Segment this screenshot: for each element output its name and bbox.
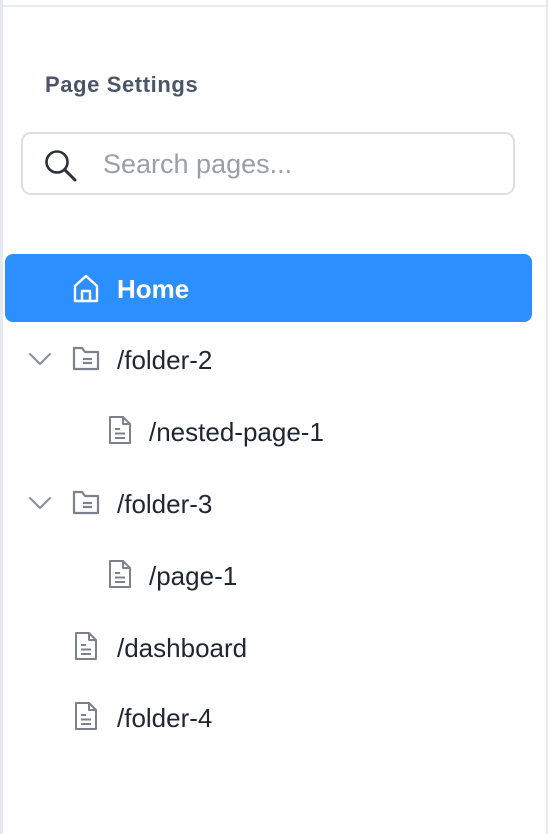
page-icon (75, 632, 97, 660)
tree-item-label: /folder-3 (117, 489, 213, 519)
tree-item-dashboard[interactable]: /dashboard (3, 612, 548, 680)
tree-item-folder-3[interactable]: /folder-3 (3, 468, 548, 536)
page-icon (109, 416, 131, 444)
folder-icon (72, 490, 100, 515)
tree-item-folder-2[interactable]: /folder-2 (3, 324, 548, 392)
tree-item-folder-4[interactable]: /folder-4 (3, 682, 548, 750)
home-icon (73, 274, 99, 303)
tree-item-label: /folder-4 (117, 703, 213, 733)
chevron-down-icon[interactable] (27, 490, 53, 516)
tree-item-label: /folder-2 (117, 345, 213, 375)
folder-icon (72, 346, 100, 371)
tree-item-label: Home (117, 274, 190, 304)
tree-item-label: /nested-page-1 (149, 417, 324, 447)
search-box[interactable] (21, 132, 515, 195)
page-settings-panel: Page Settings Home /folde (0, 0, 548, 834)
tree-item-nested-page-1[interactable]: /nested-page-1 (3, 396, 548, 464)
page-icon (75, 702, 97, 730)
tree-item-label: /dashboard (117, 633, 248, 663)
tree-item-label: /page-1 (149, 561, 238, 591)
search-icon (45, 150, 77, 182)
chevron-down-icon[interactable] (27, 346, 53, 372)
tree-item-page-1[interactable]: /page-1 (3, 540, 548, 608)
search-input[interactable] (103, 146, 493, 182)
top-divider (3, 5, 548, 7)
tree-item-home[interactable]: Home (5, 254, 532, 322)
page-icon (109, 560, 131, 588)
panel-title: Page Settings (45, 72, 199, 97)
